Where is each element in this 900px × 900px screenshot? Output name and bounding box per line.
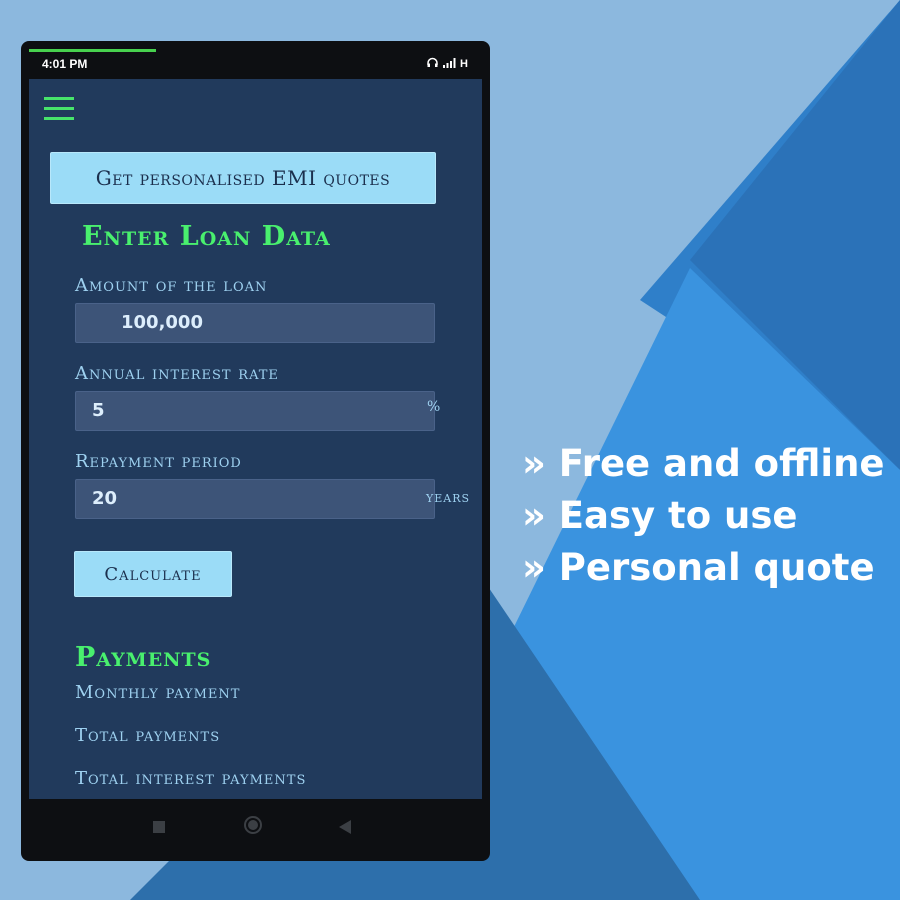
back-icon[interactable] [339, 820, 351, 834]
total-interest-label: Total interest payments [75, 768, 307, 789]
interest-input[interactable]: 5 [75, 391, 435, 431]
period-input[interactable]: 20 [75, 479, 435, 519]
emi-quotes-button[interactable]: Get personalised EMI quotes [50, 152, 436, 204]
form-title: Enter Loan Data [82, 221, 331, 252]
period-unit: years [426, 488, 471, 506]
signal-icon [442, 57, 456, 71]
status-icons: H [427, 57, 468, 71]
period-value: 20 [92, 488, 118, 509]
hamburger-menu-icon[interactable] [44, 97, 74, 123]
android-nav-bar [29, 801, 482, 853]
monthly-payment-label: Monthly payment [75, 682, 241, 703]
recents-icon[interactable] [153, 821, 165, 833]
amount-input[interactable]: 100,000 [75, 303, 435, 343]
feature-list: » Free and offline » Easy to use » Perso… [522, 438, 885, 594]
loading-indicator [29, 49, 156, 52]
calculate-button[interactable]: Calculate [74, 551, 232, 597]
feature-item: » Easy to use [522, 494, 798, 537]
phone-frame: 4:01 PM H Get personalised EMI quotes En… [21, 41, 490, 861]
network-type: H [460, 58, 468, 70]
payments-title: Payments [75, 642, 212, 673]
status-bar: 4:01 PM H [29, 49, 482, 79]
total-payments-label: Total payments [75, 725, 221, 746]
status-time: 4:01 PM [42, 57, 88, 71]
feature-item: » Personal quote [522, 546, 875, 589]
interest-label: Annual interest rate [75, 363, 279, 384]
interest-value: 5 [92, 400, 105, 421]
headphones-icon [427, 57, 438, 71]
feature-item: » Free and offline [522, 442, 885, 485]
interest-unit: % [427, 399, 442, 415]
home-icon[interactable] [244, 816, 262, 834]
amount-value: 100,000 [121, 312, 203, 333]
period-label: Repayment period [75, 451, 242, 472]
amount-label: Amount of the loan [75, 275, 268, 296]
app-screen: Get personalised EMI quotes Enter Loan D… [29, 79, 482, 799]
